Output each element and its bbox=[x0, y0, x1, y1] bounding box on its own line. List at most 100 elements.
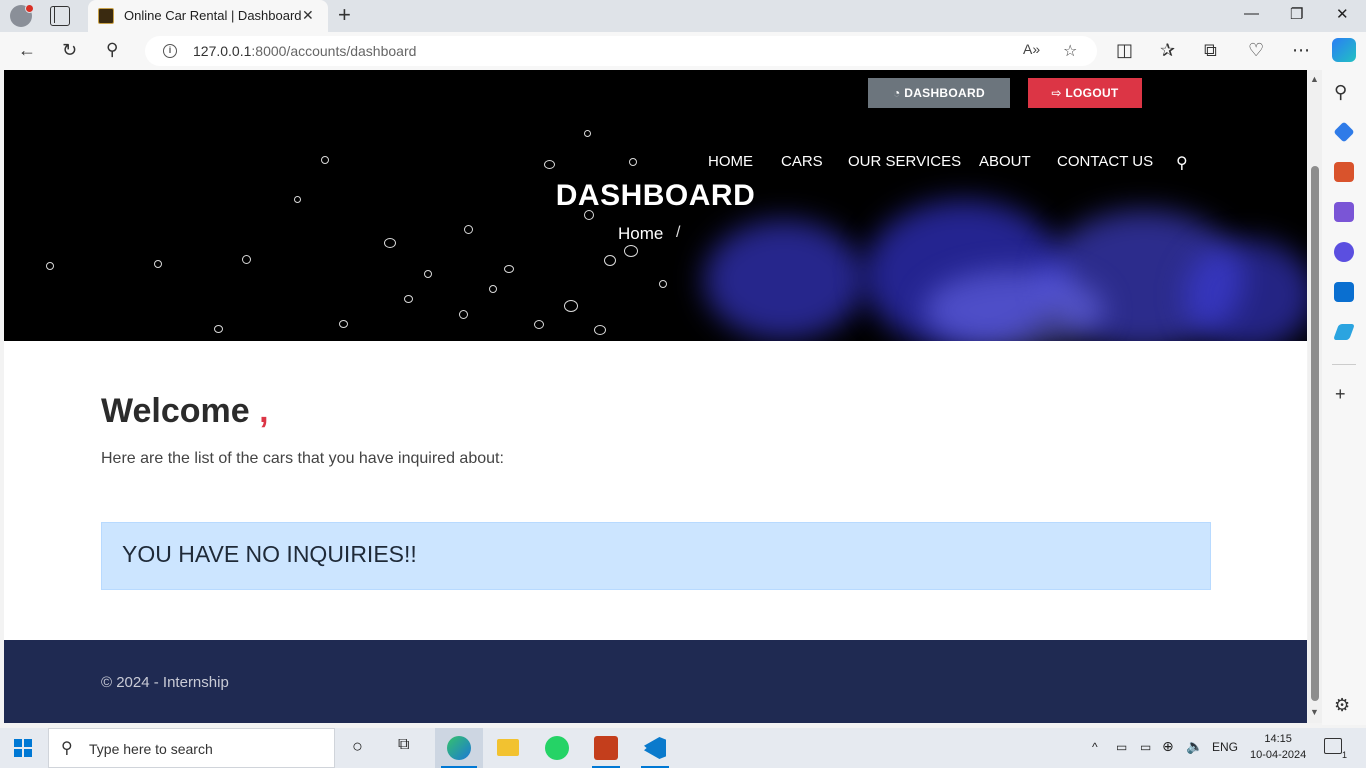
split-screen-icon[interactable]: ◫ bbox=[1116, 40, 1133, 60]
search-icon[interactable]: ⚲ bbox=[106, 40, 118, 60]
read-aloud-icon[interactable]: A» bbox=[1023, 41, 1040, 57]
favorite-star-icon[interactable]: ☆ bbox=[1063, 41, 1077, 61]
droplet-decoration bbox=[459, 310, 468, 319]
more-menu-icon[interactable]: ⋯ bbox=[1292, 40, 1310, 60]
flame-decoration bbox=[1184, 240, 1307, 341]
page-scrollbar[interactable]: ▲ ▼ bbox=[1308, 70, 1322, 723]
battery-icon[interactable]: ▭ bbox=[1140, 740, 1151, 754]
volume-icon[interactable]: 🔈 bbox=[1186, 738, 1203, 755]
performance-icon[interactable]: ♡ bbox=[1248, 40, 1264, 60]
sidebar-add-icon[interactable]: + bbox=[1335, 384, 1346, 404]
alert-message: YOU HAVE NO INQUIRIES!! bbox=[122, 541, 417, 567]
droplet-decoration bbox=[624, 245, 638, 257]
scroll-thumb[interactable] bbox=[1311, 166, 1319, 701]
sidebar-divider bbox=[1332, 364, 1356, 365]
scroll-down-icon[interactable]: ▼ bbox=[1310, 707, 1319, 717]
no-inquiries-alert: YOU HAVE NO INQUIRIES!! bbox=[101, 522, 1211, 590]
droplet-decoration bbox=[384, 238, 396, 248]
droplet-decoration bbox=[534, 320, 544, 329]
page-viewport: ◔ DASHBOARD ⇨ LOGOUT HOME CARS OUR SERVI… bbox=[4, 70, 1307, 723]
logout-button[interactable]: ⇨ LOGOUT bbox=[1028, 78, 1142, 108]
dashboard-button[interactable]: ◔ DASHBOARD bbox=[868, 78, 1010, 108]
file-explorer-icon bbox=[497, 739, 519, 756]
browser-tab-bar: Online Car Rental | Dashboard ✕ + — ❐ ✕ bbox=[0, 0, 1366, 32]
taskbar-vscode-app[interactable] bbox=[635, 732, 675, 768]
sidebar-shopping-icon[interactable] bbox=[1333, 121, 1355, 143]
nav-about[interactable]: ABOUT bbox=[979, 153, 1031, 170]
back-icon[interactable]: ← bbox=[18, 40, 36, 60]
droplet-decoration bbox=[424, 270, 432, 278]
collections-icon[interactable]: ⧉ bbox=[1204, 40, 1217, 60]
droplet-decoration bbox=[464, 225, 473, 234]
sidebar-games-icon[interactable] bbox=[1334, 202, 1354, 222]
site-info-icon[interactable]: i bbox=[163, 44, 177, 58]
new-tab-icon[interactable]: + bbox=[338, 3, 351, 27]
nav-contact-us[interactable]: CONTACT US bbox=[1057, 153, 1153, 170]
windows-start-icon[interactable] bbox=[14, 739, 32, 757]
sidebar-outlook-icon[interactable] bbox=[1334, 282, 1354, 302]
taskbar-edge-app[interactable] bbox=[435, 728, 483, 768]
droplet-decoration bbox=[404, 295, 413, 303]
nav-cars[interactable]: CARS bbox=[781, 153, 823, 170]
flame-decoration bbox=[924, 270, 1104, 341]
taskbar-search-box[interactable]: ⚲ Type here to search bbox=[48, 728, 335, 768]
favorites-icon[interactable]: ✰ bbox=[1160, 40, 1175, 60]
restore-icon[interactable]: ❐ bbox=[1290, 5, 1303, 23]
browser-tab[interactable]: Online Car Rental | Dashboard ✕ bbox=[88, 0, 328, 32]
nav-our-services[interactable]: OUR SERVICES bbox=[848, 153, 961, 170]
sidebar-search-icon[interactable]: ⚲ bbox=[1334, 82, 1347, 102]
tab-actions-icon[interactable] bbox=[50, 6, 70, 26]
meet-now-icon[interactable]: ▭ bbox=[1116, 740, 1127, 754]
site-favicon-icon bbox=[98, 8, 114, 24]
scroll-up-icon[interactable]: ▲ bbox=[1310, 74, 1319, 84]
notification-center-icon[interactable]: 1 bbox=[1324, 738, 1347, 760]
taskbar-search-placeholder: Type here to search bbox=[89, 741, 213, 757]
refresh-icon[interactable]: ↻ bbox=[62, 40, 77, 60]
windows-taskbar: ⚲ Type here to search ○ ⧉ ^ ▭ ▭ ⊕ 🔈 ENG … bbox=[0, 728, 1366, 768]
clock-time: 14:15 bbox=[1264, 733, 1292, 745]
url-text[interactable]: 127.0.0.1:8000/accounts/dashboard bbox=[193, 43, 416, 59]
clock-date: 10-04-2024 bbox=[1250, 749, 1307, 761]
hero-banner: ◔ DASHBOARD ⇨ LOGOUT HOME CARS OUR SERVI… bbox=[4, 70, 1307, 341]
tab-close-icon[interactable]: ✕ bbox=[302, 7, 314, 24]
nav-home[interactable]: HOME bbox=[708, 153, 753, 170]
footer: © 2024 - Internship bbox=[4, 640, 1307, 723]
page-title: DASHBOARD bbox=[555, 179, 756, 212]
edge-browser-icon bbox=[447, 736, 471, 760]
sidebar-m365-icon[interactable] bbox=[1334, 242, 1354, 262]
address-bar[interactable]: i 127.0.0.1:8000/accounts/dashboard A» ☆ bbox=[145, 36, 1097, 66]
droplet-decoration bbox=[594, 325, 606, 335]
language-indicator[interactable]: ENG bbox=[1212, 740, 1238, 754]
droplet-decoration bbox=[154, 260, 162, 268]
taskbar-powerpoint-app[interactable] bbox=[586, 732, 626, 768]
sidebar-tools-icon[interactable] bbox=[1334, 162, 1354, 182]
copilot-icon[interactable] bbox=[1332, 38, 1356, 62]
profile-avatar-icon[interactable] bbox=[10, 4, 34, 27]
edge-sidebar: ⚲ + ⚙ bbox=[1322, 70, 1366, 725]
droplet-decoration bbox=[629, 158, 637, 166]
taskbar-whatsapp-app[interactable] bbox=[537, 732, 577, 764]
droplet-decoration bbox=[489, 285, 497, 293]
nav-search-icon[interactable]: ⚲ bbox=[1176, 153, 1188, 173]
network-icon[interactable]: ⊕ bbox=[1162, 738, 1174, 755]
droplet-decoration bbox=[659, 280, 667, 288]
sidebar-settings-icon[interactable]: ⚙ bbox=[1334, 695, 1350, 715]
cortana-icon[interactable]: ○ bbox=[352, 736, 363, 757]
task-view-icon[interactable]: ⧉ bbox=[398, 736, 409, 754]
close-window-icon[interactable]: ✕ bbox=[1336, 5, 1349, 23]
droplet-decoration bbox=[339, 320, 348, 328]
minimize-icon[interactable]: — bbox=[1244, 5, 1259, 22]
breadcrumb-home[interactable]: Home bbox=[618, 224, 663, 244]
vscode-icon bbox=[644, 737, 666, 759]
sidebar-send-icon[interactable] bbox=[1333, 324, 1355, 340]
dashboard-gauge-icon: ◔ bbox=[893, 86, 905, 100]
droplet-decoration bbox=[584, 130, 591, 137]
droplet-decoration bbox=[544, 160, 555, 169]
notification-count: 1 bbox=[1341, 750, 1347, 760]
browser-toolbar: ← ↻ ⚲ i 127.0.0.1:8000/accounts/dashboar… bbox=[0, 32, 1366, 70]
system-clock[interactable]: 14:15 10-04-2024 bbox=[1250, 731, 1306, 763]
inquiries-intro-text: Here are the list of the cars that you h… bbox=[101, 450, 504, 467]
droplet-decoration bbox=[46, 262, 54, 270]
tray-overflow-icon[interactable]: ^ bbox=[1092, 740, 1098, 754]
taskbar-explorer-app[interactable] bbox=[488, 732, 528, 764]
